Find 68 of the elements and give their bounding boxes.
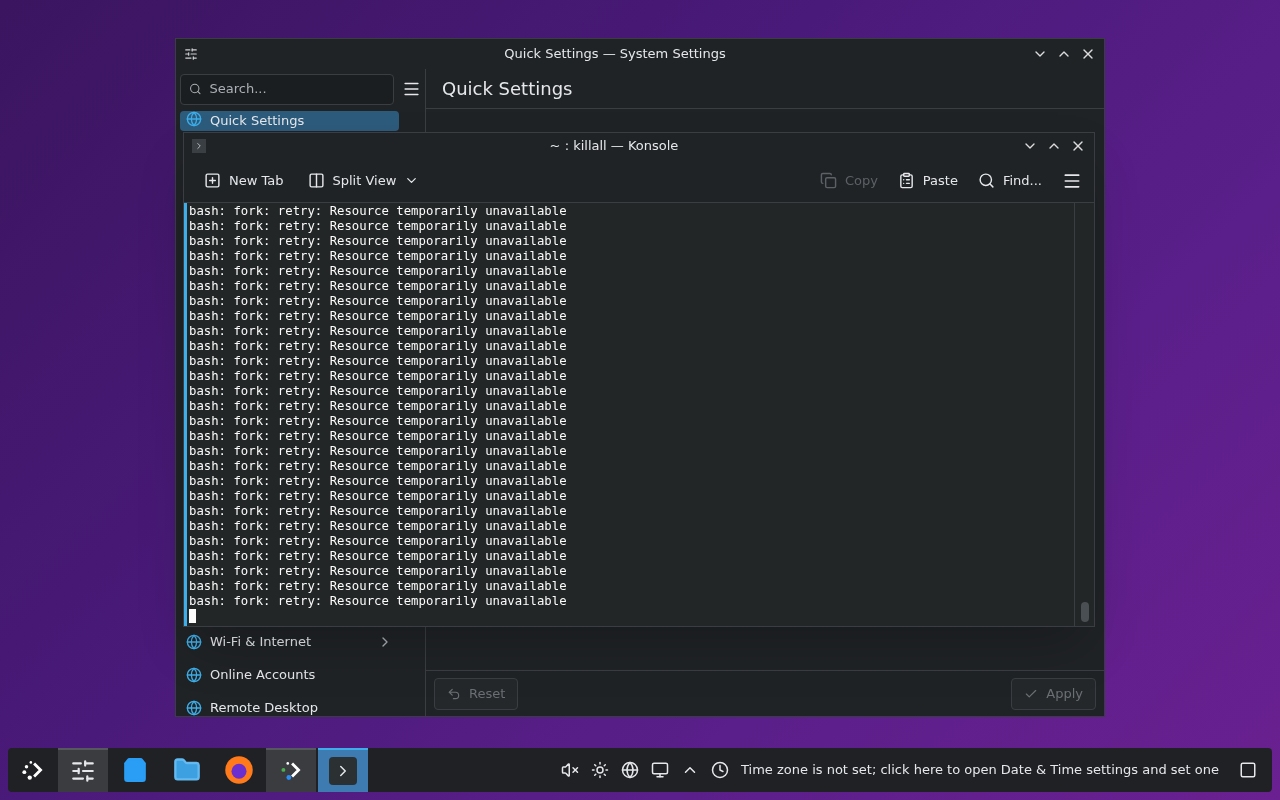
output-line: bash: fork: retry: Resource temporarily unavailable	[189, 489, 567, 504]
search-input[interactable]: Search...	[209, 79, 385, 99]
output-line: bash: fork: retry: Resource temporarily unavailable	[189, 309, 567, 324]
network-icon[interactable]	[621, 761, 640, 779]
window-title: Quick Settings — System Settings	[503, 45, 727, 64]
output-line: bash: fork: retry: Resource temporarily unavailable	[189, 204, 567, 219]
brightness-icon[interactable]	[591, 761, 610, 779]
terminal-icon	[192, 139, 206, 153]
task-button[interactable]	[318, 748, 368, 792]
copy-icon	[819, 172, 837, 189]
task-button[interactable]	[58, 748, 108, 792]
output-line: bash: fork: retry: Resource temporarily unavailable	[189, 504, 567, 519]
timezone-notification[interactable]: Time zone is not set; click here to open Date & Time settings and set one	[741, 760, 1219, 780]
find-icon	[977, 172, 995, 189]
page-title: Quick Settings	[442, 77, 573, 101]
folder-icon	[173, 756, 201, 784]
display-icon[interactable]	[651, 761, 670, 779]
output-line: bash: fork: retry: Resource temporarily unavailable	[189, 414, 567, 429]
globe-icon	[186, 633, 202, 650]
find-button[interactable]: Find...	[969, 165, 1050, 196]
paste-button[interactable]: Paste	[889, 165, 966, 196]
sidebar-item[interactable]: Online Accounts	[180, 658, 399, 691]
text-cursor	[189, 609, 196, 623]
output-line: bash: fork: retry: Resource temporarily unavailable	[189, 324, 567, 339]
task-button[interactable]	[266, 748, 316, 792]
output-line: bash: fork: retry: Resource temporarily unavailable	[189, 549, 567, 564]
search-field[interactable]: Search...	[180, 73, 394, 105]
output-line: bash: fork: retry: Resource temporarily unavailable	[189, 474, 567, 489]
output-line: bash: fork: retry: Resource temporarily unavailable	[189, 384, 567, 399]
scrollbar-thumb[interactable]	[1080, 602, 1089, 622]
sidebar-item[interactable]: Wi-Fi & Internet	[180, 625, 399, 658]
output-line: bash: fork: retry: Resource temporarily unavailable	[189, 564, 567, 579]
paste-icon	[897, 172, 915, 189]
output-line: bash: fork: retry: Resource temporarily unavailable	[189, 459, 567, 474]
muted-speaker-icon[interactable]	[561, 761, 580, 779]
output-line: bash: fork: retry: Resource temporarily unavailable	[189, 444, 567, 459]
globe-icon	[186, 699, 202, 716]
output-line: bash: fork: retry: Resource temporarily unavailable	[189, 339, 567, 354]
output-line: bash: fork: retry: Resource temporarily unavailable	[189, 579, 567, 594]
output-line: bash: fork: retry: Resource temporarily unavailable	[189, 294, 567, 309]
search-icon	[189, 82, 202, 96]
output-line: bash: fork: retry: Resource temporarily unavailable	[189, 249, 567, 264]
output-line: bash: fork: retry: Resource temporarily unavailable	[189, 519, 567, 534]
window-title: ~ : killall — Konsole	[548, 137, 680, 156]
output-line: bash: fork: retry: Resource temporarily unavailable	[189, 279, 567, 294]
output-line: bash: fork: retry: Resource temporarily unavailable	[189, 219, 567, 234]
show-desktop-icon[interactable]	[1239, 761, 1257, 779]
output-line: bash: fork: retry: Resource temporarily unavailable	[189, 429, 567, 444]
sliders-icon	[70, 758, 96, 784]
output-line: bash: fork: retry: Resource temporarily unavailable	[189, 534, 567, 549]
terminal-icon	[329, 757, 357, 785]
globe-icon	[186, 666, 202, 683]
split-view-button[interactable]: Split View	[299, 165, 428, 196]
sidebar-item[interactable]: Remote Desktop	[180, 691, 399, 716]
clock-icon[interactable]	[711, 761, 730, 779]
output-line: bash: fork: retry: Resource temporarily unavailable	[189, 399, 567, 414]
output-line: bash: fork: retry: Resource temporarily unavailable	[189, 234, 567, 249]
reset-icon	[447, 686, 461, 701]
output-line: bash: fork: retry: Resource temporarily unavailable	[189, 354, 567, 369]
sliders-icon	[184, 47, 198, 61]
output-line: bash: fork: retry: Resource temporarily unavailable	[189, 264, 567, 279]
globe-icon	[186, 111, 202, 127]
new-tab-button[interactable]: New Tab	[196, 165, 292, 196]
split-view-icon	[307, 172, 325, 189]
output-line: bash: fork: retry: Resource temporarily unavailable	[189, 369, 567, 384]
new-tab-icon	[204, 172, 221, 189]
sidebar-item[interactable]: Quick Settings	[180, 111, 399, 131]
output-line: bash: fork: retry: Resource temporarily unavailable	[189, 594, 567, 609]
